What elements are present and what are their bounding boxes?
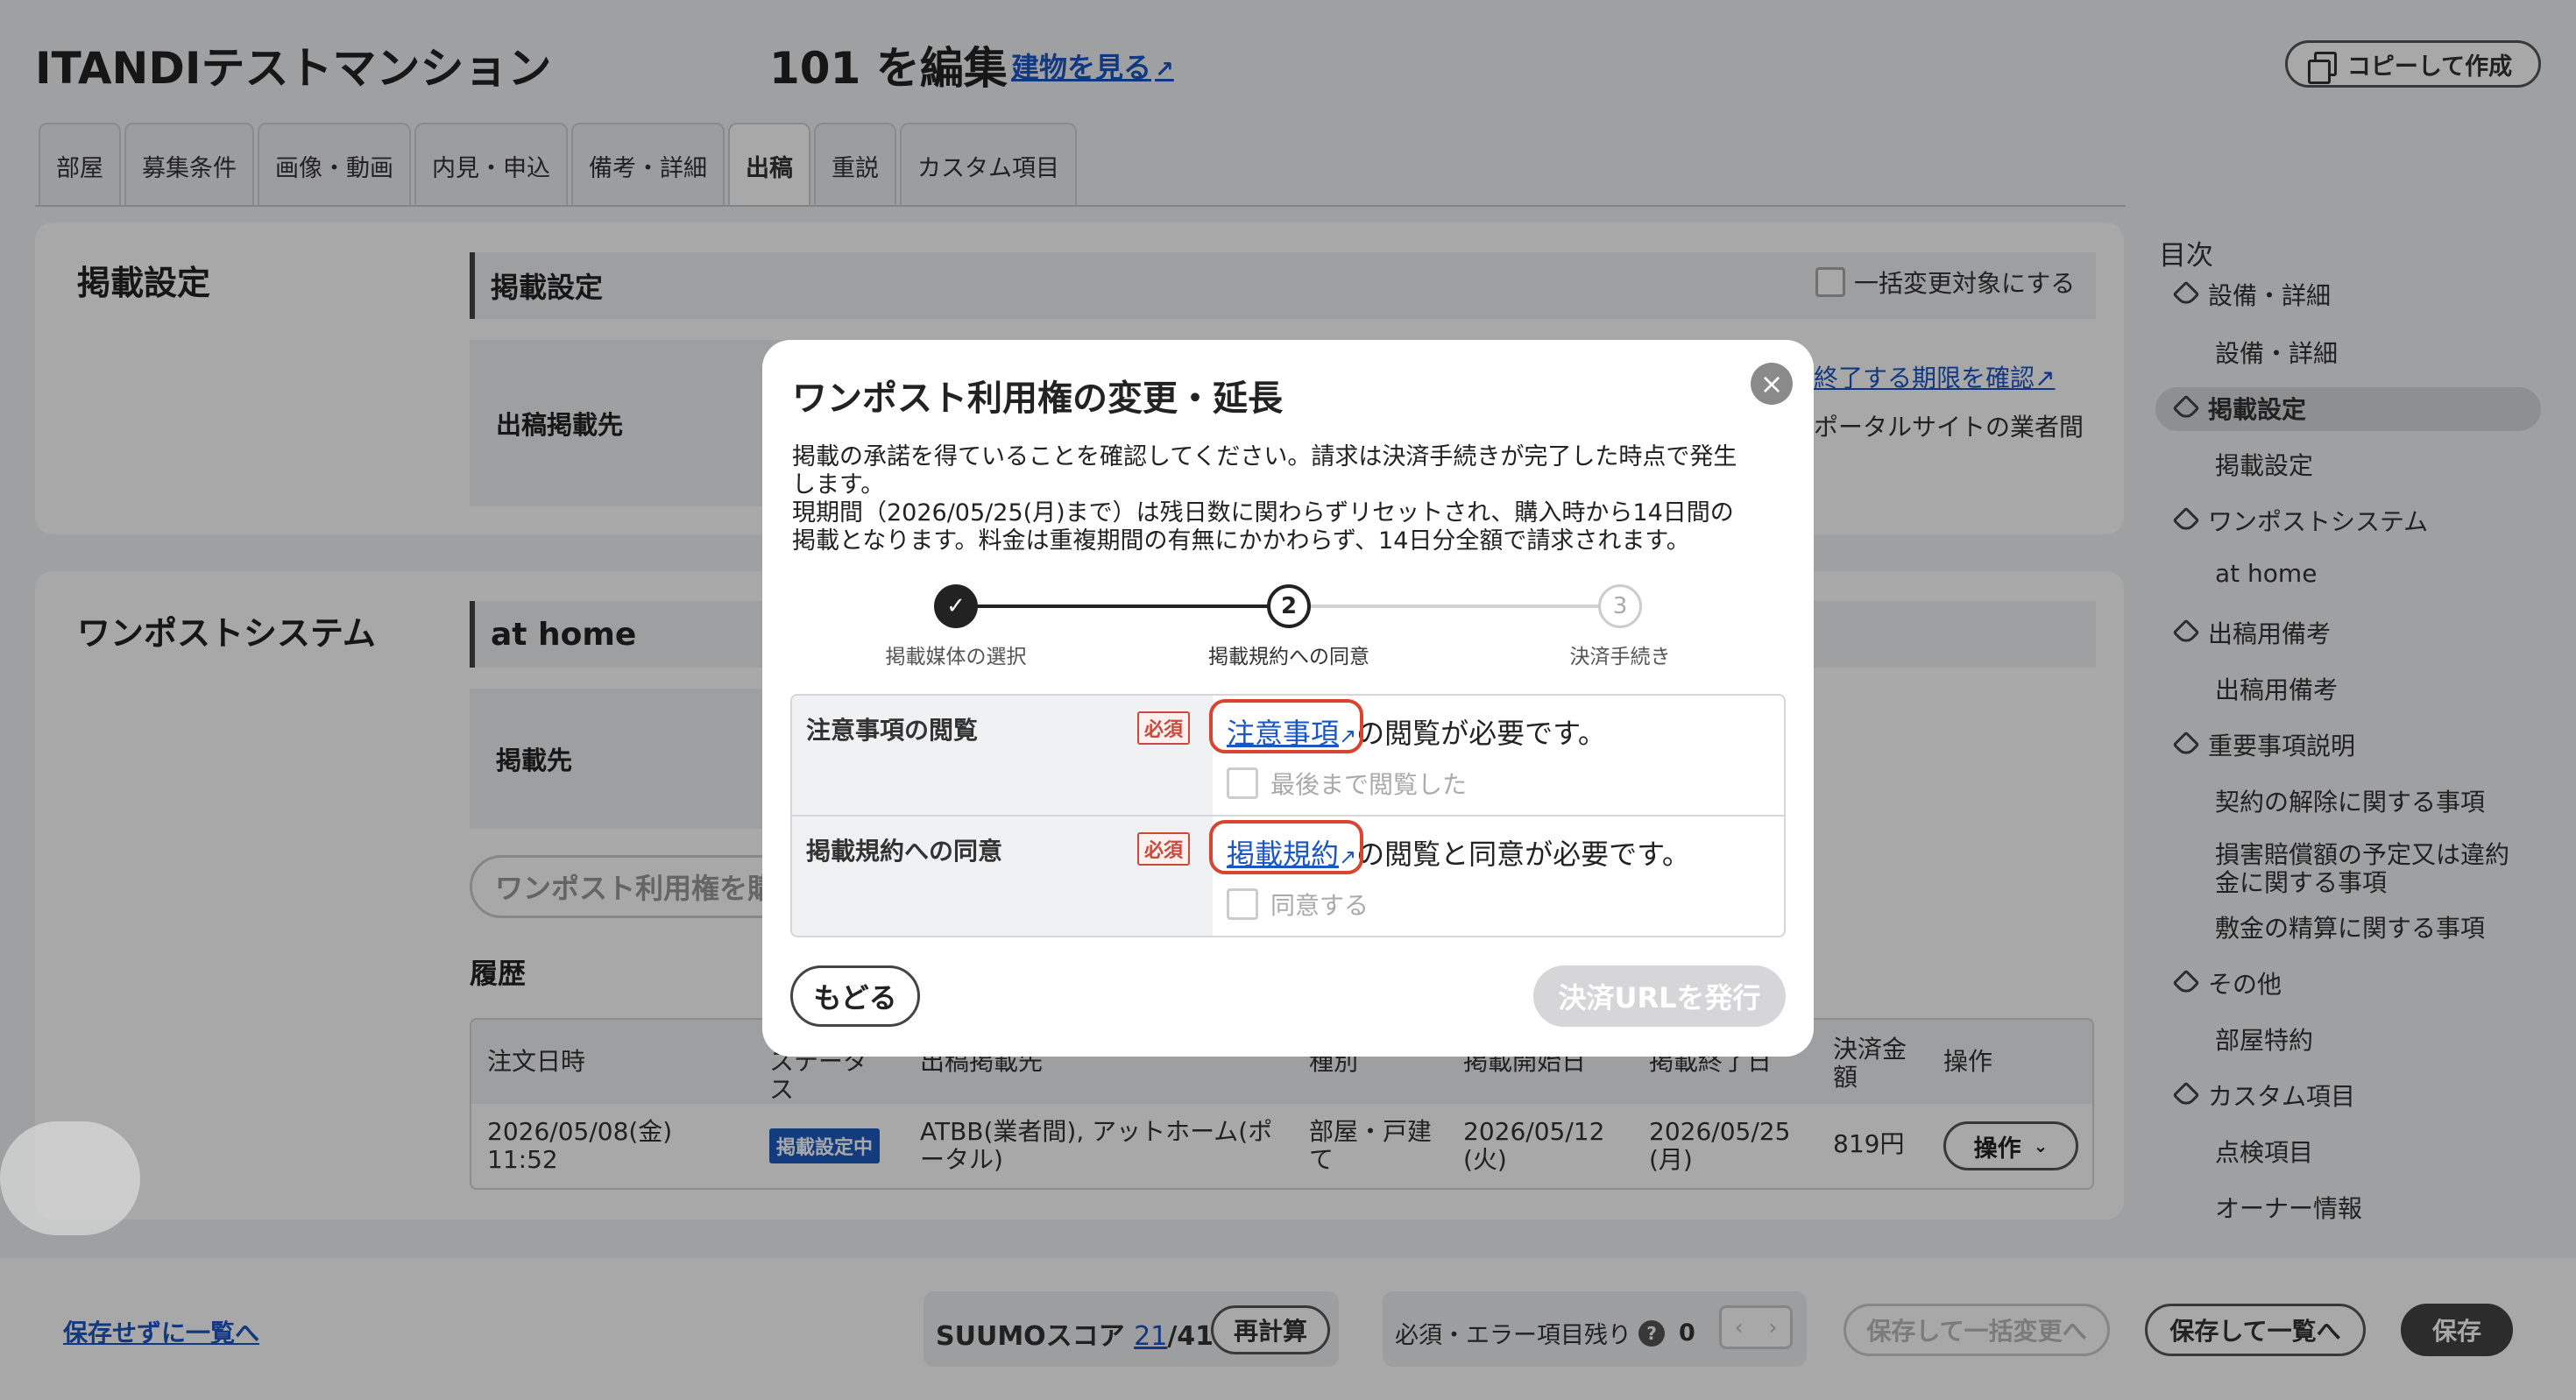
desc-line-3: 現期間（2026/05/25(月)まで）は残日数に関わらずリセットされ、購入時か… [792, 499, 1734, 527]
required-badge: 必須 [1137, 832, 1191, 866]
close-icon[interactable]: × [1751, 363, 1793, 405]
agree-box [1227, 888, 1258, 920]
agreement-table: 注意事項の閲覧 必須 掲載規約への同意 必須 注意事項↗の閲覧が必要です。 最後… [790, 694, 1786, 937]
step-3-circle: 3 [1598, 584, 1642, 628]
step-3-label: 決済手続き [1569, 646, 1671, 668]
terms-line-text: の閲覧と同意が必要です。 [1356, 838, 1690, 871]
back-button[interactable]: もどる [790, 965, 920, 1027]
issue-payment-url-button[interactable]: 決済URLを発行 [1533, 965, 1786, 1027]
notice-link-highlight [1209, 699, 1363, 753]
modal-title: ワンポスト利用権の変更・延長 [792, 378, 1283, 419]
read-to-end-box [1227, 767, 1258, 799]
stepper-line-todo [1288, 605, 1621, 608]
notice-row-label-cell: 注意事項の閲覧 必須 [792, 696, 1213, 817]
desc-line-4: 掲載となります。料金は重複期間の有無にかかわらず、14日分全額で請求されます。 [792, 527, 1690, 555]
step-1-check-icon: ✓ [934, 584, 978, 628]
read-to-end-label: 最後まで閲覧した [1270, 770, 1468, 799]
floating-widget[interactable] [0, 1121, 140, 1235]
agree-label: 同意する [1270, 891, 1369, 920]
step-2-label: 掲載規約への同意 [1208, 646, 1369, 668]
terms-link-highlight [1209, 820, 1363, 874]
terms-row-label: 掲載規約への同意 [806, 837, 1003, 866]
read-to-end-checkbox[interactable]: 最後まで閲覧した [1227, 766, 1467, 801]
notice-row-label: 注意事項の閲覧 [806, 716, 979, 745]
step-2-circle: 2 [1267, 584, 1311, 628]
modal-description: 掲載の承諾を得ていることを確認してください。請求は決済手続きが完了した時点で発生… [792, 443, 1791, 555]
edit-page: ITANDIテストマンション 101 を編集 建物を見る ↗ コピーして作成 部屋… [0, 0, 2576, 1400]
notice-line-text: の閲覧が必要です。 [1356, 717, 1606, 750]
required-badge: 必須 [1137, 711, 1191, 745]
agree-checkbox[interactable]: 同意する [1227, 887, 1369, 922]
desc-line-1: 掲載の承諾を得ていることを確認してください。請求は決済手続きが完了した時点で発生 [792, 443, 1737, 470]
stepper-line-done [955, 605, 1288, 608]
onepost-change-modal: ワンポスト利用権の変更・延長 × 掲載の承諾を得ていることを確認してください。請… [762, 340, 1814, 1057]
terms-row-label-cell: 掲載規約への同意 必須 [792, 817, 1213, 936]
desc-line-2: します。 [792, 471, 885, 498]
step-1-label: 掲載媒体の選択 [885, 646, 1027, 668]
